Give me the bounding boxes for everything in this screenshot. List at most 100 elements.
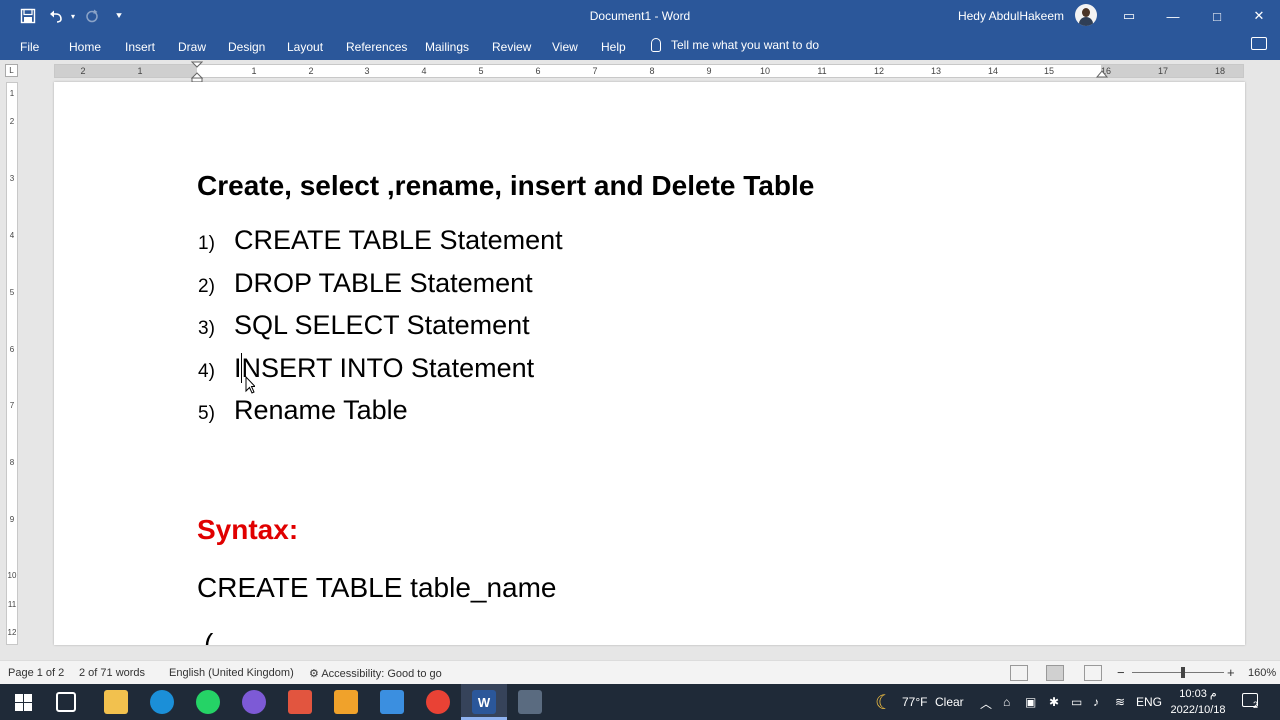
clock-time: 10:03 م [1179,688,1217,700]
network-icon[interactable]: ⌂ [1003,695,1010,709]
text-caret [241,353,242,383]
ruler-number: 8 [649,66,655,76]
tell-me-label: Tell me what you want to do [671,38,820,52]
lightbulb-icon [651,38,661,52]
wifi-icon[interactable]: ≋ [1115,695,1125,709]
tray-chevron-icon[interactable]: ︿ [980,695,992,712]
mail-icon[interactable] [380,690,404,714]
list-number: 5) [198,403,215,424]
tab-home[interactable]: Home [69,40,101,54]
ruler-number: 7 [592,66,598,76]
tab-design[interactable]: Design [228,40,265,54]
maximize-button[interactable]: □ [1194,0,1240,32]
document-page[interactable]: Create, select ,rename, insert and Delet… [54,82,1245,645]
viber-icon[interactable] [242,690,266,714]
close-button[interactable]: ✕ [1236,0,1280,32]
list-text: SQL SELECT Statement [234,310,530,340]
ruler-number: 18 [1214,66,1226,76]
tab-mailings[interactable]: Mailings [425,40,469,54]
tab-selector[interactable]: L [5,64,18,77]
ruler-number: 6 [535,66,541,76]
word-count[interactable]: 2 of 71 words [79,667,145,679]
list-item: 5) Rename Table [198,395,563,438]
store-icon[interactable] [334,690,358,714]
ribbon-display-options-icon[interactable]: ▭ [1106,0,1152,32]
minimize-button[interactable]: — [1150,0,1196,32]
tools-icon[interactable] [518,690,542,714]
ruler-number: 3 [364,66,370,76]
list-number: 3) [198,318,215,339]
status-bar: Page 1 of 2 2 of 71 words English (Unite… [0,660,1280,684]
zoom-level[interactable]: 160% [1248,667,1276,679]
ruler-number: 2 [9,117,15,126]
language-indicator[interactable]: English (United Kingdom) [169,667,294,679]
tab-draw[interactable]: Draw [178,40,206,54]
zoom-slider-thumb[interactable] [1181,667,1185,678]
taskbar: W ☾ 77°F Clear ︿ ⌂ ▣ ✱ ▭ ♪ ≋ ENG 10:03 م… [0,684,1280,720]
ruler-row: L 2 1 1 2 3 4 5 6 7 8 9 10 11 12 13 14 1… [0,60,1280,83]
mouse-cursor-icon [245,376,255,394]
bluetooth-icon[interactable]: ✱ [1049,695,1059,709]
word-taskbar-icon[interactable]: W [472,690,496,714]
indent-marker-icon[interactable] [191,61,203,83]
tab-insert[interactable]: Insert [125,40,155,54]
ruler-number: 3 [9,174,15,183]
tab-file[interactable]: File [20,40,39,54]
tab-help[interactable]: Help [601,40,626,54]
tab-review[interactable]: Review [492,40,531,54]
ruler-number: 5 [478,66,484,76]
ruler-number: 2 [80,66,86,76]
print-layout-icon[interactable] [1046,665,1064,681]
ruler-number: 4 [421,66,427,76]
ruler-number: 10 [759,66,771,76]
weather-icon[interactable]: ☾ [872,690,896,714]
list-item: 2) DROP TABLE Statement [198,268,563,311]
horizontal-ruler[interactable]: 2 1 1 2 3 4 5 6 7 8 9 10 11 12 13 14 15 … [54,64,1244,78]
file-explorer-icon[interactable] [104,690,128,714]
read-mode-icon[interactable] [1010,665,1028,681]
ruler-number: 1 [137,66,143,76]
list-number: 4) [198,360,215,382]
comments-icon[interactable] [1251,37,1267,50]
windows-start-icon[interactable] [15,694,32,711]
ruler-number: 11 [817,66,827,76]
web-layout-icon[interactable] [1084,665,1102,681]
chrome-icon[interactable] [426,690,450,714]
avatar[interactable] [1075,4,1097,26]
ribbon-tabs: File Home Insert Draw Design Layout Refe… [0,32,1280,60]
ruler-number: 14 [987,66,999,76]
tab-references[interactable]: References [346,40,407,54]
task-view-icon[interactable] [56,692,76,712]
ruler-number: 2 [308,66,314,76]
page-count[interactable]: Page 1 of 2 [8,667,64,679]
vertical-ruler[interactable]: 1 2 3 4 5 6 7 8 9 10 11 12 [6,82,18,645]
zoom-in-button[interactable]: + [1227,665,1235,680]
weather-text[interactable]: Clear [935,695,964,709]
ruler-number: 13 [930,66,942,76]
clock[interactable]: 10:03 م 2022/10/18 [1166,686,1230,718]
language-switch[interactable]: ENG [1136,695,1162,709]
volume-icon[interactable]: ♪ [1093,695,1099,709]
user-name[interactable]: Hedy AbdulHakeem [958,9,1064,23]
camtasia-icon[interactable] [288,690,312,714]
zoom-slider[interactable] [1132,672,1224,673]
battery-icon[interactable]: ▭ [1071,695,1082,709]
ruler-number: 17 [1157,66,1169,76]
monitor-icon[interactable]: ▣ [1025,695,1036,709]
clock-date: 2022/10/18 [1170,704,1226,716]
ruler-number: 15 [1043,66,1055,76]
ruler-number: 10 [7,571,17,580]
tell-me-search[interactable]: Tell me what you want to do [651,38,819,52]
weather-temp[interactable]: 77°F [902,695,927,709]
accessibility-checker[interactable]: ⚙ Accessibility: Good to go [309,667,442,680]
list-text: INSERT INTO Statement [234,352,535,383]
tab-layout[interactable]: Layout [287,40,323,54]
whatsapp-icon[interactable] [196,690,220,714]
tab-view[interactable]: View [552,40,578,54]
numbered-list: 1) CREATE TABLE Statement 2) DROP TABLE … [198,225,563,438]
ruler-number: 12 [873,66,885,76]
edge-icon[interactable] [150,690,174,714]
zoom-out-button[interactable]: − [1117,665,1125,680]
right-indent-marker-icon[interactable] [1096,70,1108,80]
list-item: 1) CREATE TABLE Statement [198,225,563,268]
